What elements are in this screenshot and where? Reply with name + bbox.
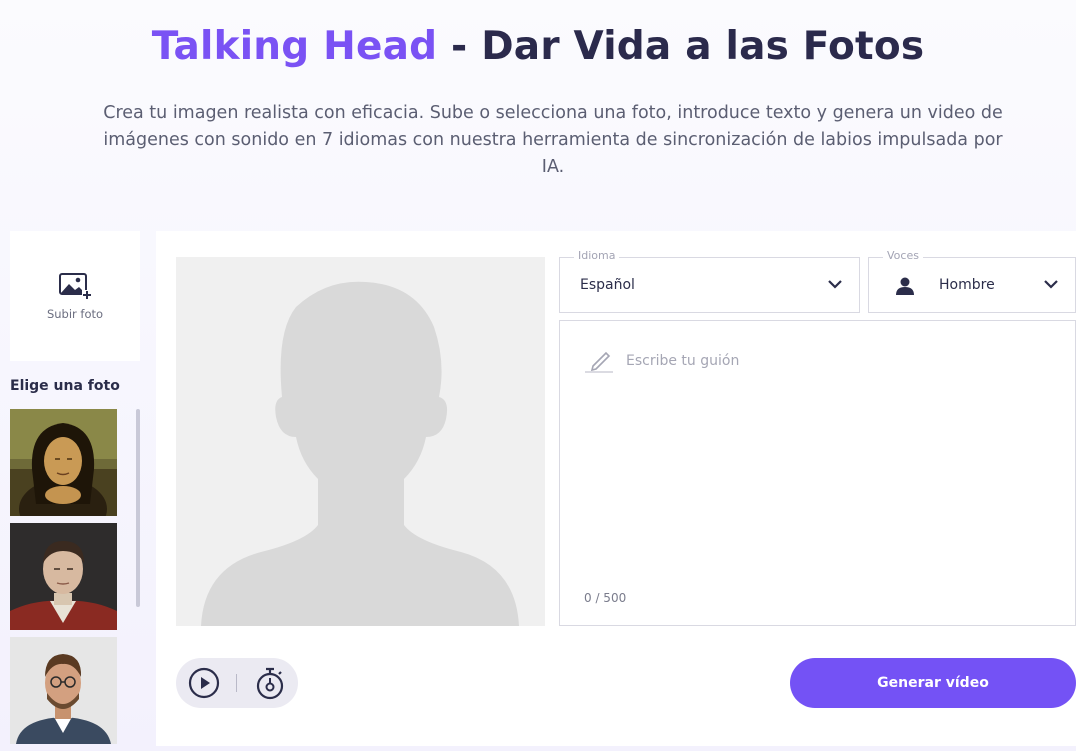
character-counter: 0 / 500 [584, 591, 627, 605]
generate-video-button[interactable]: Generar vídeo [790, 658, 1076, 708]
mona-lisa-image [10, 409, 117, 516]
pencil-icon [585, 351, 613, 373]
controls-divider [236, 674, 237, 692]
chevron-down-icon [1044, 280, 1058, 289]
language-value: Español [580, 277, 635, 293]
upload-photo-label: Subir foto [46, 307, 104, 321]
photo-thumbnail-man-glasses[interactable] [10, 637, 117, 744]
photo-thumbnail-mona-lisa[interactable] [10, 409, 117, 516]
title-accent: Talking Head [151, 24, 438, 69]
photo-preview [176, 257, 545, 626]
choose-photo-heading: Elige una foto [10, 378, 120, 394]
language-select[interactable]: Idioma Español [559, 249, 860, 313]
language-legend: Idioma [574, 249, 620, 262]
page-title: Talking Head - Dar Vida a las Fotos [0, 24, 1076, 69]
user-icon [896, 277, 914, 295]
man-glasses-image [10, 637, 117, 744]
voice-legend: Voces [883, 249, 923, 262]
script-placeholder: Escribe tu guión [626, 353, 740, 369]
upload-photo-button[interactable]: Subir foto [10, 231, 140, 361]
play-icon[interactable] [188, 667, 220, 699]
avatar-placeholder-icon [176, 257, 545, 626]
script-textarea[interactable]: Escribe tu guión 0 / 500 [559, 320, 1076, 626]
timer-icon[interactable] [254, 666, 286, 700]
playback-controls [176, 658, 298, 708]
add-image-icon [59, 273, 92, 300]
photo-thumbnail-napoleon[interactable] [10, 523, 117, 630]
napoleon-image [10, 523, 117, 630]
voice-value: Hombre [939, 277, 995, 293]
voice-select[interactable]: Voces Hombre [868, 249, 1076, 313]
page-subtitle: Crea tu imagen realista con eficacia. Su… [103, 103, 1003, 177]
chevron-down-icon [828, 280, 842, 289]
title-rest: - Dar Vida a las Fotos [437, 24, 925, 69]
photo-list-scrollbar[interactable] [136, 409, 140, 607]
